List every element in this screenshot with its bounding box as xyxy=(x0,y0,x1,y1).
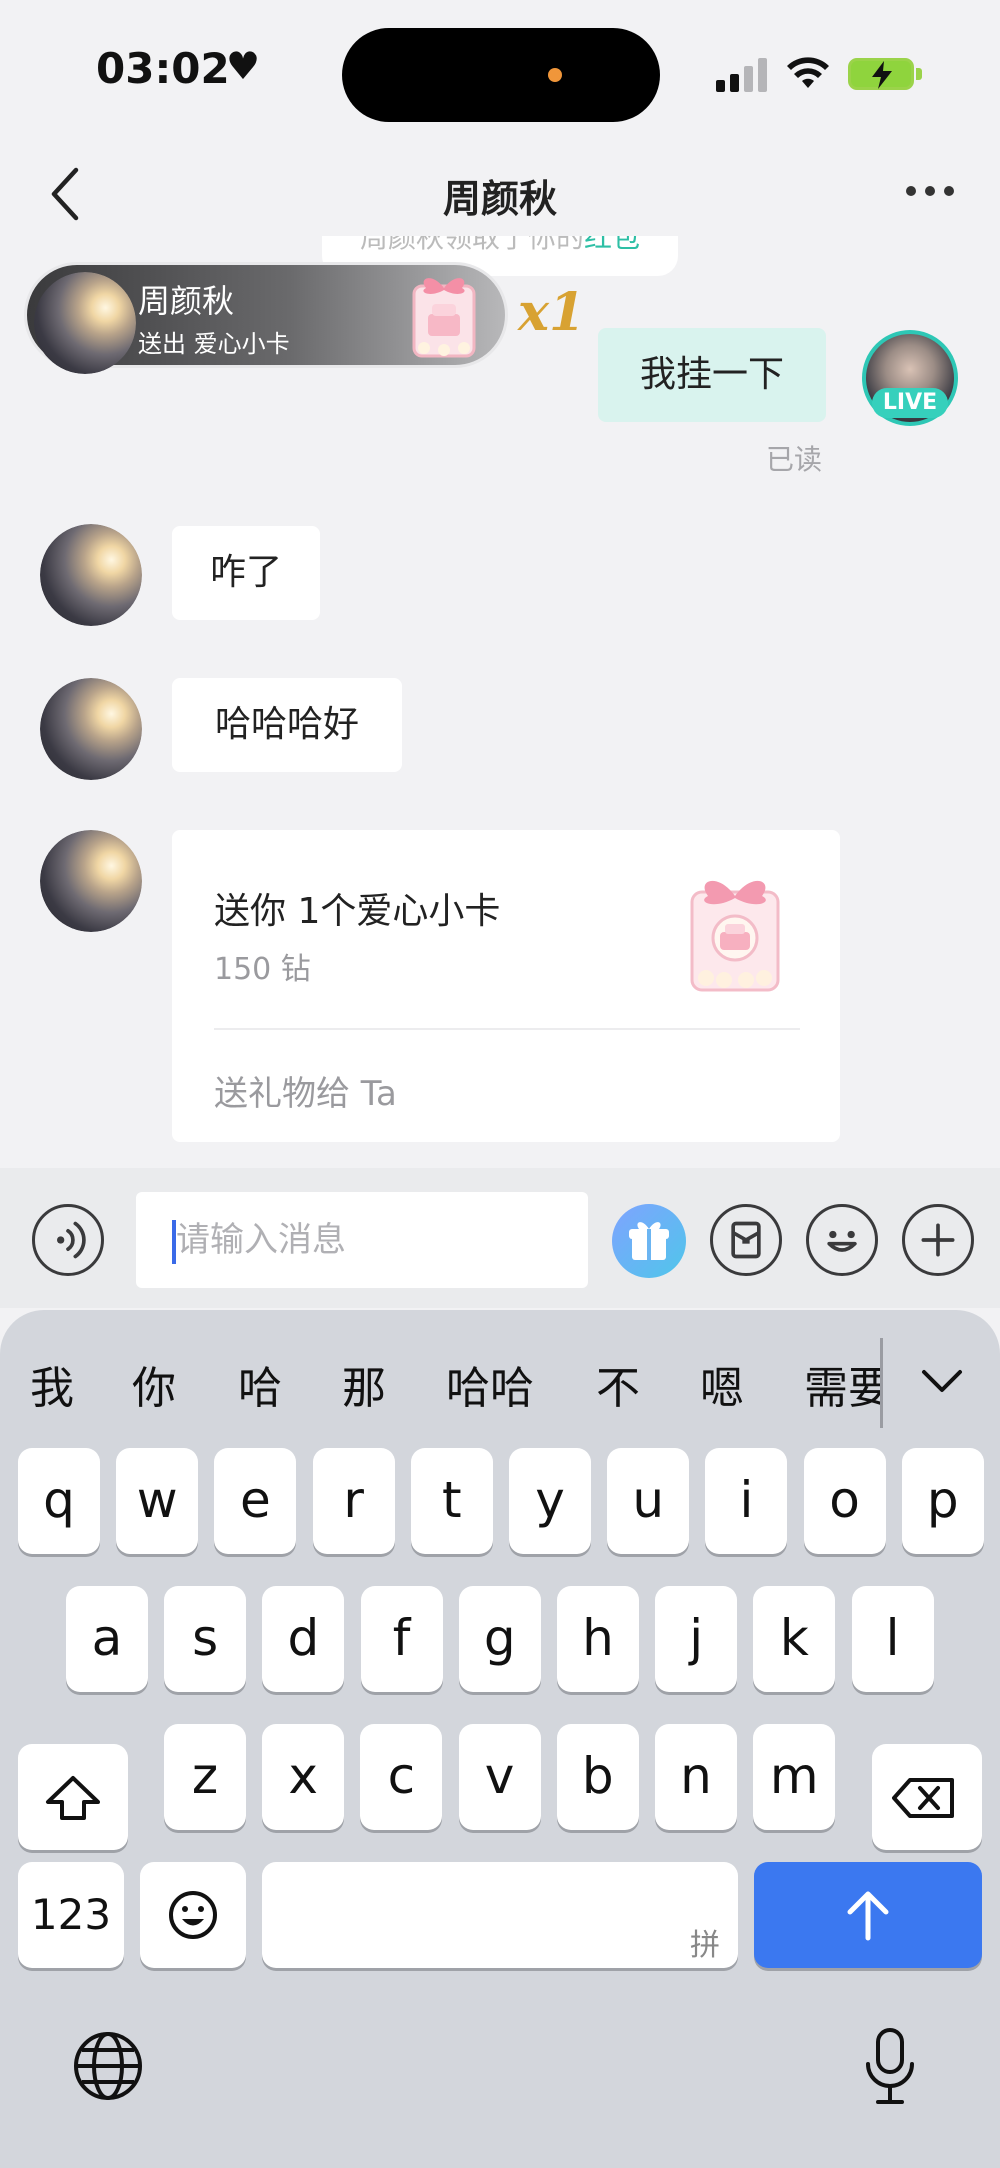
contact-avatar[interactable] xyxy=(40,678,142,780)
candidate-word[interactable]: 我 xyxy=(30,1352,74,1416)
gift-count: x1 xyxy=(518,282,586,343)
voice-input-icon[interactable] xyxy=(32,1204,104,1276)
key-f[interactable]: f xyxy=(360,1586,443,1692)
gift-card-price: 150 钻 xyxy=(214,952,311,987)
key-d[interactable]: d xyxy=(262,1586,345,1692)
key-g[interactable]: g xyxy=(458,1586,541,1692)
message-input[interactable] xyxy=(136,1192,588,1288)
privacy-indicator-dot xyxy=(548,68,562,82)
contact-avatar[interactable] xyxy=(40,524,142,626)
candidate-word[interactable]: 嗯 xyxy=(700,1352,744,1416)
gift-icon[interactable] xyxy=(612,1204,686,1278)
key-h[interactable]: h xyxy=(557,1586,639,1692)
cellular-signal-icon xyxy=(716,56,772,92)
chevron-down-icon[interactable] xyxy=(920,1362,964,1398)
key-n[interactable]: n xyxy=(655,1724,737,1830)
backspace-icon xyxy=(892,1778,954,1818)
emoji-icon xyxy=(169,1891,217,1939)
send-gift-link[interactable]: 送礼物给 Ta xyxy=(214,1066,397,1115)
candidate-word[interactable]: 你 xyxy=(132,1352,176,1416)
key-a[interactable]: a xyxy=(66,1586,148,1692)
candidate-word[interactable]: 那 xyxy=(342,1352,386,1416)
key-y[interactable]: y xyxy=(509,1448,591,1554)
shift-icon xyxy=(46,1776,100,1820)
key-p[interactable]: p xyxy=(901,1448,984,1554)
battery-cap xyxy=(916,68,922,80)
key-v[interactable]: v xyxy=(458,1724,541,1830)
candidate-word[interactable]: 需要 xyxy=(804,1352,880,1416)
send-key[interactable] xyxy=(754,1862,982,1968)
heart-icon: ♥ xyxy=(226,44,261,88)
more-options-icon[interactable] xyxy=(906,186,954,198)
toast-avatar xyxy=(34,272,136,374)
wifi-icon xyxy=(787,57,829,88)
key-w[interactable]: w xyxy=(116,1448,199,1554)
candidate-word[interactable]: 哈 xyxy=(238,1352,282,1416)
status-time: 03:02 xyxy=(96,44,230,93)
key-s[interactable]: s xyxy=(164,1586,247,1692)
key-u[interactable]: u xyxy=(607,1448,690,1554)
key-r[interactable]: r xyxy=(312,1448,395,1554)
candidate-word[interactable]: 不 xyxy=(596,1352,640,1416)
add-more-icon[interactable] xyxy=(902,1204,974,1276)
live-badge: LIVE xyxy=(872,388,948,418)
key-i[interactable]: i xyxy=(705,1448,788,1554)
key-k[interactable]: k xyxy=(753,1586,836,1692)
key-z[interactable]: z xyxy=(164,1724,246,1830)
space-key[interactable] xyxy=(262,1862,738,1968)
microphone-icon[interactable] xyxy=(862,2026,918,2108)
red-packet-icon[interactable] xyxy=(710,1204,782,1276)
incoming-message-bubble[interactable]: 咋了 xyxy=(172,526,320,620)
globe-icon[interactable] xyxy=(72,2030,144,2102)
delete-key[interactable] xyxy=(872,1744,982,1850)
key-b[interactable]: b xyxy=(556,1724,639,1830)
key-c[interactable]: c xyxy=(360,1724,443,1830)
charging-bolt-icon xyxy=(872,61,892,89)
page-title: 周颜秋 xyxy=(442,177,557,221)
key-m[interactable]: m xyxy=(753,1724,836,1830)
gift-card-divider xyxy=(214,1028,800,1030)
toast-subtitle: 送出 爱心小卡 xyxy=(138,330,290,358)
dynamic-island xyxy=(342,28,660,122)
read-status: 已读 xyxy=(766,443,823,476)
heart-card-gift-image xyxy=(690,880,780,992)
numbers-key[interactable]: 123 xyxy=(18,1862,124,1968)
outgoing-message-bubble[interactable]: 我挂一下 xyxy=(598,328,826,422)
emoji-key[interactable] xyxy=(140,1862,246,1968)
key-l[interactable]: l xyxy=(851,1586,934,1692)
candidate-divider xyxy=(880,1338,883,1428)
incoming-message-bubble[interactable]: 哈哈哈好 xyxy=(172,678,402,772)
text-cursor xyxy=(172,1220,176,1264)
emoji-icon[interactable] xyxy=(806,1204,878,1276)
pinyin-hint: 拼 xyxy=(690,1928,720,1963)
toast-sender-name: 周颜秋 xyxy=(138,282,235,320)
key-t[interactable]: t xyxy=(410,1448,493,1554)
key-q[interactable]: q xyxy=(18,1448,100,1554)
key-e[interactable]: e xyxy=(214,1448,297,1554)
arrow-up-icon xyxy=(847,1891,889,1941)
shift-key[interactable] xyxy=(18,1744,128,1850)
gift-card-title: 送你 1个爱心小卡 xyxy=(214,891,501,932)
key-o[interactable]: o xyxy=(803,1448,886,1554)
system-tip-text: 周颜秋领取了你的红包 xyxy=(359,236,641,254)
candidate-word[interactable]: 哈哈 xyxy=(446,1352,534,1416)
heart-card-gift-icon xyxy=(412,278,476,358)
key-x[interactable]: x xyxy=(262,1724,345,1830)
contact-avatar[interactable] xyxy=(40,830,142,932)
key-j[interactable]: j xyxy=(655,1586,738,1692)
